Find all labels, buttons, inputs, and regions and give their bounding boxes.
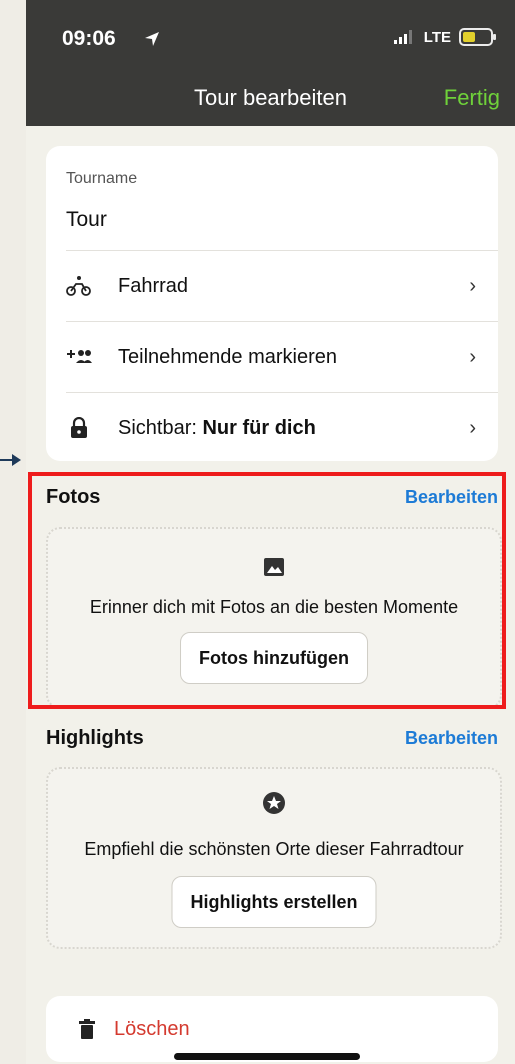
network-label: LTE bbox=[423, 28, 451, 46]
page-title: Tour bearbeiten bbox=[194, 85, 347, 110]
highlights-edit-button[interactable]: Bearbeiten bbox=[405, 728, 498, 749]
visibility-value: Nur für dich bbox=[202, 416, 316, 439]
participants-label: Teilnehmende markieren bbox=[118, 345, 338, 368]
bicycle-icon bbox=[66, 273, 92, 299]
visibility-prefix: Sichtbar: bbox=[118, 416, 203, 439]
signal-icon bbox=[393, 30, 412, 44]
visibility-row[interactable]: Sichtbar: Nur für dich › bbox=[46, 393, 498, 463]
chevron-right-icon: › bbox=[469, 345, 476, 368]
navigation-bar: 09:06 LTE Tour bearbeiten Fertig bbox=[26, 0, 515, 126]
done-button[interactable]: Fertig bbox=[444, 85, 500, 111]
create-highlights-button[interactable]: Highlights erstellen bbox=[171, 876, 377, 928]
tour-info-card: Tourname Tour Fahrrad › Teilnehmende mar… bbox=[46, 146, 498, 461]
lock-icon bbox=[66, 415, 92, 441]
home-indicator bbox=[174, 1053, 360, 1060]
sport-label: Fahrrad bbox=[118, 274, 189, 297]
delete-label: Löschen bbox=[114, 1017, 190, 1040]
chevron-right-icon: › bbox=[469, 274, 476, 297]
battery-icon bbox=[459, 28, 496, 46]
phone-screen: 09:06 LTE Tour bearbeiten Fertig Tournam… bbox=[26, 0, 515, 1064]
chevron-right-icon: › bbox=[469, 416, 476, 439]
status-indicators: LTE bbox=[393, 28, 496, 46]
annotation-highlight-box bbox=[28, 472, 506, 709]
highlights-empty-state: Empfiehl die schönsten Orte dieser Fahrr… bbox=[46, 767, 502, 949]
tour-name-label: Tourname bbox=[66, 170, 138, 187]
arrow-right-icon bbox=[0, 454, 21, 466]
highlights-description: Empfiehl die schönsten Orte dieser Fahrr… bbox=[84, 839, 464, 859]
tour-name-field[interactable]: Tour bbox=[66, 208, 107, 232]
star-icon bbox=[48, 791, 500, 815]
participants-row[interactable]: Teilnehmende markieren › bbox=[46, 322, 498, 392]
sport-row[interactable]: Fahrrad › bbox=[46, 251, 498, 321]
visibility-label: Sichtbar: Nur für dich bbox=[118, 417, 316, 440]
location-arrow-icon bbox=[145, 32, 159, 46]
status-time: 09:06 bbox=[62, 27, 116, 50]
add-people-icon bbox=[66, 344, 92, 370]
highlights-header: Highlights bbox=[46, 727, 144, 749]
outer-margin bbox=[0, 0, 26, 1064]
trash-icon bbox=[74, 1016, 100, 1042]
